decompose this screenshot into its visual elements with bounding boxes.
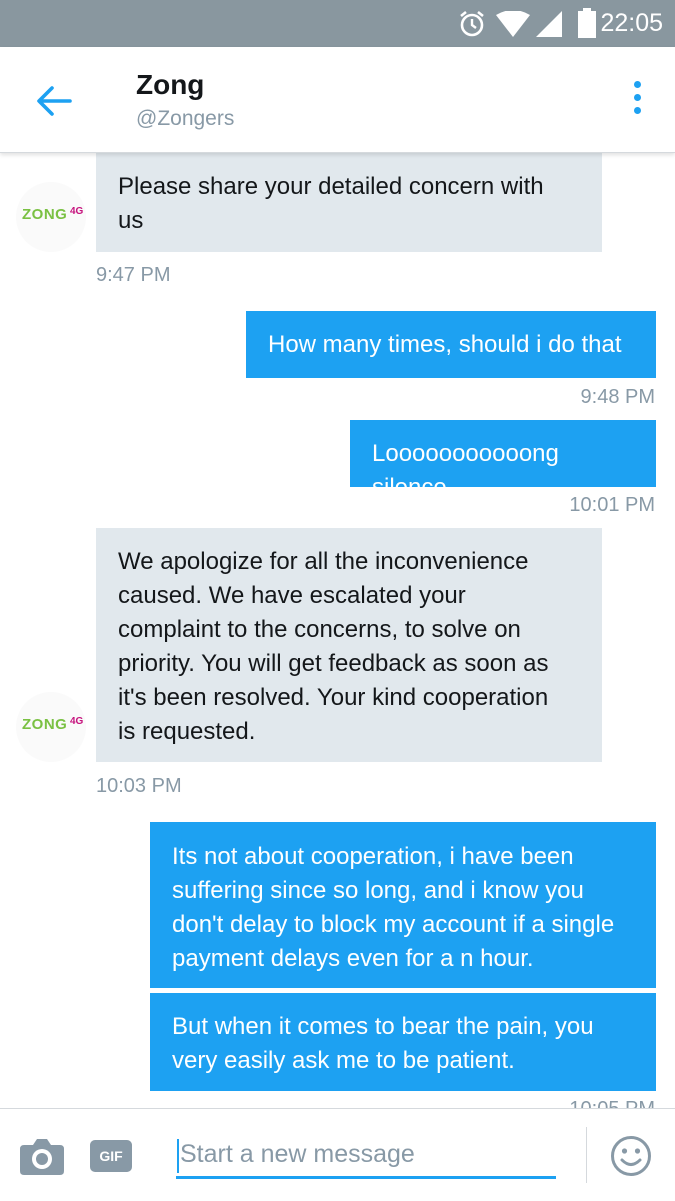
avatar[interactable]: ZONG 4G	[16, 692, 86, 762]
message-bubble-outgoing[interactable]: Its not about cooperation, i have been s…	[150, 822, 656, 988]
message-bubble-incoming[interactable]: We apologize for all the inconvenience c…	[96, 528, 602, 762]
back-arrow-icon	[37, 86, 72, 116]
message-timestamp: 9:48 PM	[580, 386, 655, 408]
message-line: priority. You will get feedback as soon …	[118, 650, 549, 677]
contact-name: Zong	[136, 69, 205, 100]
gif-button[interactable]: GIF	[90, 1140, 132, 1172]
more-vertical-icon	[625, 81, 649, 114]
message-list[interactable]: Please share your detailed concern with …	[0, 0, 675, 1108]
message-timestamp: 10:01 PM	[569, 494, 655, 516]
message-line: We apologize for all the inconvenience	[118, 548, 529, 575]
text-cursor	[177, 1139, 179, 1173]
message-line: Please share your detailed concern with	[118, 173, 544, 200]
message-composer: GIF	[0, 1108, 675, 1201]
message-bubble-incoming[interactable]: Please share your detailed concern with …	[96, 152, 602, 252]
emoji-button[interactable]	[610, 1135, 652, 1177]
message-line: very easily ask me to be patient.	[172, 1047, 515, 1074]
back-button[interactable]	[28, 75, 80, 127]
avatar[interactable]: ZONG 4G	[16, 182, 86, 252]
zong-4g-badge: 4G	[70, 206, 84, 217]
message-line: Its not about cooperation, i have been	[172, 843, 574, 870]
message-timestamp: 10:05 PM	[569, 1098, 655, 1108]
more-options-button[interactable]	[625, 81, 649, 121]
conversation-header: Zong @Zongers	[0, 47, 675, 153]
message-line: How many times, should i do that	[268, 331, 622, 358]
message-bubble-outgoing[interactable]: But when it comes to bear the pain, you …	[150, 993, 656, 1091]
zong-logo: ZONG	[22, 206, 68, 223]
message-timestamp: 9:47 PM	[96, 264, 171, 286]
message-line: is requested.	[118, 718, 256, 745]
message-bubble-outgoing[interactable]: Looooooooooong silence	[350, 420, 656, 501]
message-line: don't delay to block my account if a sin…	[172, 911, 615, 938]
smiley-icon	[611, 1136, 651, 1176]
message-line: But when it comes to bear the pain, you	[172, 1013, 594, 1040]
message-line: complaint to the concerns, to solve on	[118, 616, 521, 643]
message-line: us	[118, 207, 144, 234]
zong-4g-badge: 4G	[70, 716, 84, 727]
camera-button[interactable]	[20, 1137, 64, 1175]
message-line: caused. We have escalated your	[118, 582, 466, 609]
message-line: suffering since so long, and i know you	[172, 877, 584, 904]
contact-handle: @Zongers	[136, 107, 235, 130]
message-timestamp: 10:03 PM	[96, 775, 182, 797]
message-input[interactable]	[176, 1133, 556, 1179]
zong-logo: ZONG	[22, 716, 68, 733]
message-line: payment delays even for a n hour.	[172, 945, 534, 972]
message-bubble-outgoing[interactable]: How many times, should i do that	[246, 311, 656, 378]
message-line: it's been resolved. Your kind cooperatio…	[118, 684, 549, 711]
composer-divider	[586, 1127, 587, 1183]
camera-icon	[20, 1139, 64, 1175]
